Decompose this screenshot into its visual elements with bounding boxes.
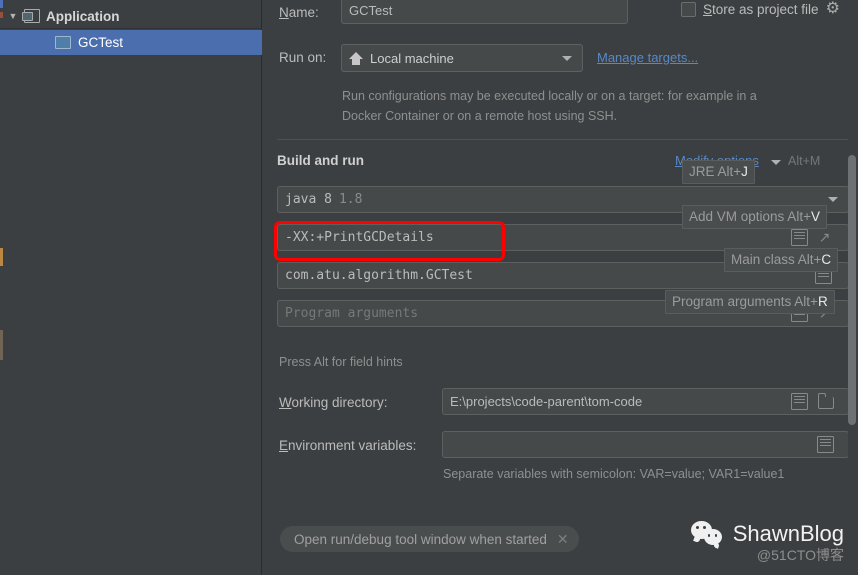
store-as-project-file-row[interactable]: Store as project file ⚙ [681,1,842,17]
run-on-description: Run configurations may be executed local… [342,89,757,123]
chevron-down-icon[interactable] [562,55,572,61]
environment-variables-hint: Separate variables with semicolon: VAR=v… [443,467,785,481]
modify-options-shortcut: Alt+M [788,154,821,168]
vertical-scrollbar-thumb[interactable] [848,155,856,425]
manage-targets-link[interactable]: Manage targets... [597,50,698,65]
wechat-icon [690,521,725,547]
expand-icon[interactable]: ↗ [817,230,832,245]
environment-variables-input[interactable] [442,431,849,458]
open-tool-window-chip-label: Open run/debug tool window when started [294,531,547,547]
store-as-project-file-label: Store as project file [703,1,819,17]
jre-version: 1.8 [338,192,363,207]
watermark-subtitle: @51CTO博客 [756,547,844,563]
gear-icon[interactable]: ⚙ [826,1,842,17]
chevron-down-icon[interactable] [828,197,838,202]
run-on-label: Run on: [279,50,327,65]
tip-main-class: Main class Alt+ C [724,248,839,272]
main-class-value: com.atu.algorithm.GCTest [285,268,473,283]
list-icon[interactable] [791,393,808,410]
list-icon[interactable] [791,229,808,246]
tip-program-arguments: Program arguments Alt+ R [665,290,835,314]
chevron-down-icon[interactable]: ▼ [6,9,20,23]
configuration-form: Name: GCTest Store as project file ⚙ Run… [263,0,858,575]
configurations-tree-panel: ▼ Application GCTest [0,0,262,575]
editor-gutter-marks [0,0,3,575]
chevron-down-icon[interactable] [771,160,781,165]
folder-icon[interactable] [818,393,834,409]
name-input-value: GCTest [349,2,393,18]
list-icon[interactable] [817,436,834,453]
sidebar-item-label: GCTest [78,35,124,50]
name-label-rest: ame: [288,5,319,20]
application-icon [22,9,40,23]
tip-vm-options: Add VM options Alt+ V [682,205,827,229]
environment-variables-label: Environment variables: [279,438,417,453]
vertical-scrollbar-track[interactable] [848,0,858,575]
name-input[interactable]: GCTest [341,0,628,24]
home-icon [349,51,363,65]
sidebar-item-label: Application [46,8,120,24]
vm-options-value: -XX:+PrintGCDetails [285,230,434,245]
build-and-run-title: Build and run [277,153,364,168]
class-icon [55,36,71,49]
store-as-project-file-checkbox[interactable] [681,1,696,17]
run-on-value: Local machine [370,50,454,66]
watermark-title: ShawnBlog [732,521,844,546]
working-directory-input[interactable]: E:\projects\code-parent\tom-code [442,388,849,415]
tip-jre: JRE Alt+ J [682,160,755,184]
close-icon[interactable]: ✕ [557,531,569,548]
sidebar-item-gctest[interactable]: GCTest [0,30,262,55]
sidebar-item-application[interactable]: ▼ Application [0,4,262,29]
program-arguments-placeholder: Program arguments [285,306,419,321]
alt-hint-text: Press Alt for field hints [279,355,403,369]
working-directory-label: Working directory: [279,395,388,410]
name-label: Name: [279,5,319,20]
open-tool-window-chip[interactable]: Open run/debug tool window when started … [280,526,579,552]
name-label-mnemonic: N [279,5,289,20]
run-on-dropdown[interactable]: Local machine [341,44,583,72]
run-configuration-dialog: ▼ Application GCTest Name: GCTest Store … [0,0,858,575]
section-divider [277,139,849,140]
jre-value: java 8 [285,192,332,207]
working-directory-value: E:\projects\code-parent\tom-code [450,394,643,409]
watermark: ShawnBlog @51CTO博客 [690,521,844,565]
